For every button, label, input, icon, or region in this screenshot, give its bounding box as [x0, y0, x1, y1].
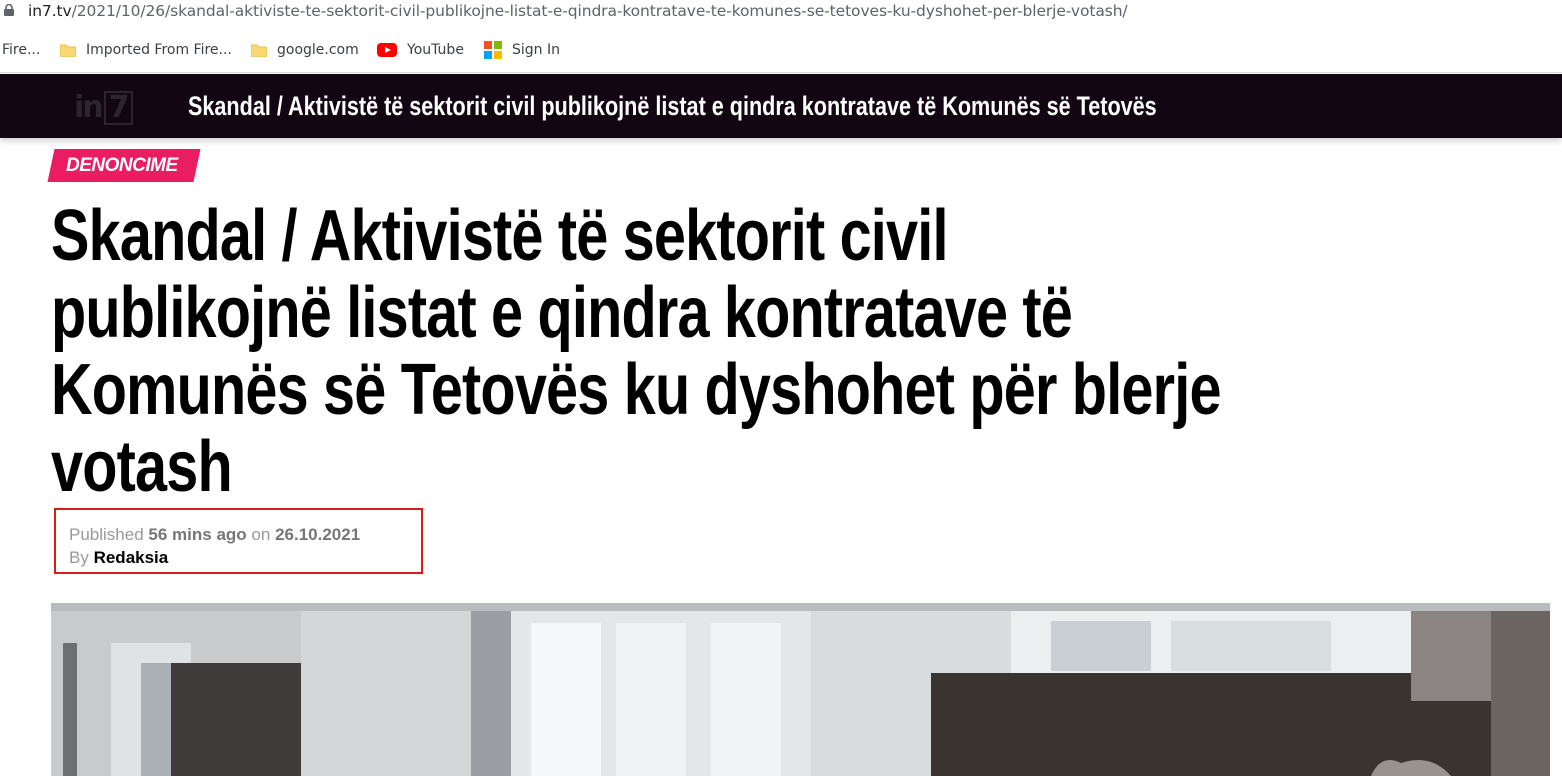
bookmarks-bar: Fire... Imported From Fire... google.com… [0, 28, 1562, 73]
article-title: Skandal / Aktivistë të sektorit civil pu… [51, 196, 1221, 507]
microsoft-icon [484, 41, 502, 59]
category-label[interactable]: DENONCIME [66, 155, 178, 177]
author-info: By Redaksia [69, 548, 169, 567]
address-bar[interactable]: in7.tv/2021/10/26/skandal-aktiviste-te-s… [0, 0, 1562, 28]
author-link[interactable]: Redaksia [94, 548, 169, 567]
bookmark-label: Sign In [512, 42, 560, 58]
folder-icon [60, 44, 76, 57]
url-text[interactable]: in7.tv/2021/10/26/skandal-aktiviste-te-s… [28, 2, 1128, 20]
url-host: in7.tv [28, 2, 72, 20]
site-logo[interactable]: in 7 [74, 88, 140, 128]
bookmark-label: Imported From Fire... [86, 42, 232, 58]
featured-image [51, 603, 1550, 776]
youtube-icon [377, 43, 397, 57]
published-info: Published 56 mins ago on 26.10.2021 [69, 525, 361, 544]
published-date: 26.10.2021 [275, 525, 361, 544]
lock-icon [4, 4, 14, 16]
bookmark-label: Fire... [2, 42, 41, 58]
bookmark-youtube[interactable]: YouTube [377, 40, 464, 60]
sticky-title: Skandal / Aktivistë të sektorit civil pu… [188, 91, 1163, 121]
bookmark-sign-in[interactable]: Sign In [484, 40, 560, 60]
url-path: /2021/10/26/skandal-aktiviste-te-sektori… [71, 2, 1128, 20]
bookmark-fire[interactable]: Fire... [2, 40, 40, 60]
bookmark-imported-from-firefox[interactable]: Imported From Fire... [60, 40, 232, 60]
bookmark-label: google.com [277, 42, 359, 58]
bookmark-label: YouTube [407, 42, 464, 58]
sticky-title-container: Skandal / Aktivistë të sektorit civil pu… [188, 88, 1163, 128]
featured-image-illustration [51, 603, 1550, 776]
folder-icon [251, 44, 267, 57]
bookmark-google[interactable]: google.com [251, 40, 359, 60]
published-relative: 56 mins ago [148, 525, 247, 544]
